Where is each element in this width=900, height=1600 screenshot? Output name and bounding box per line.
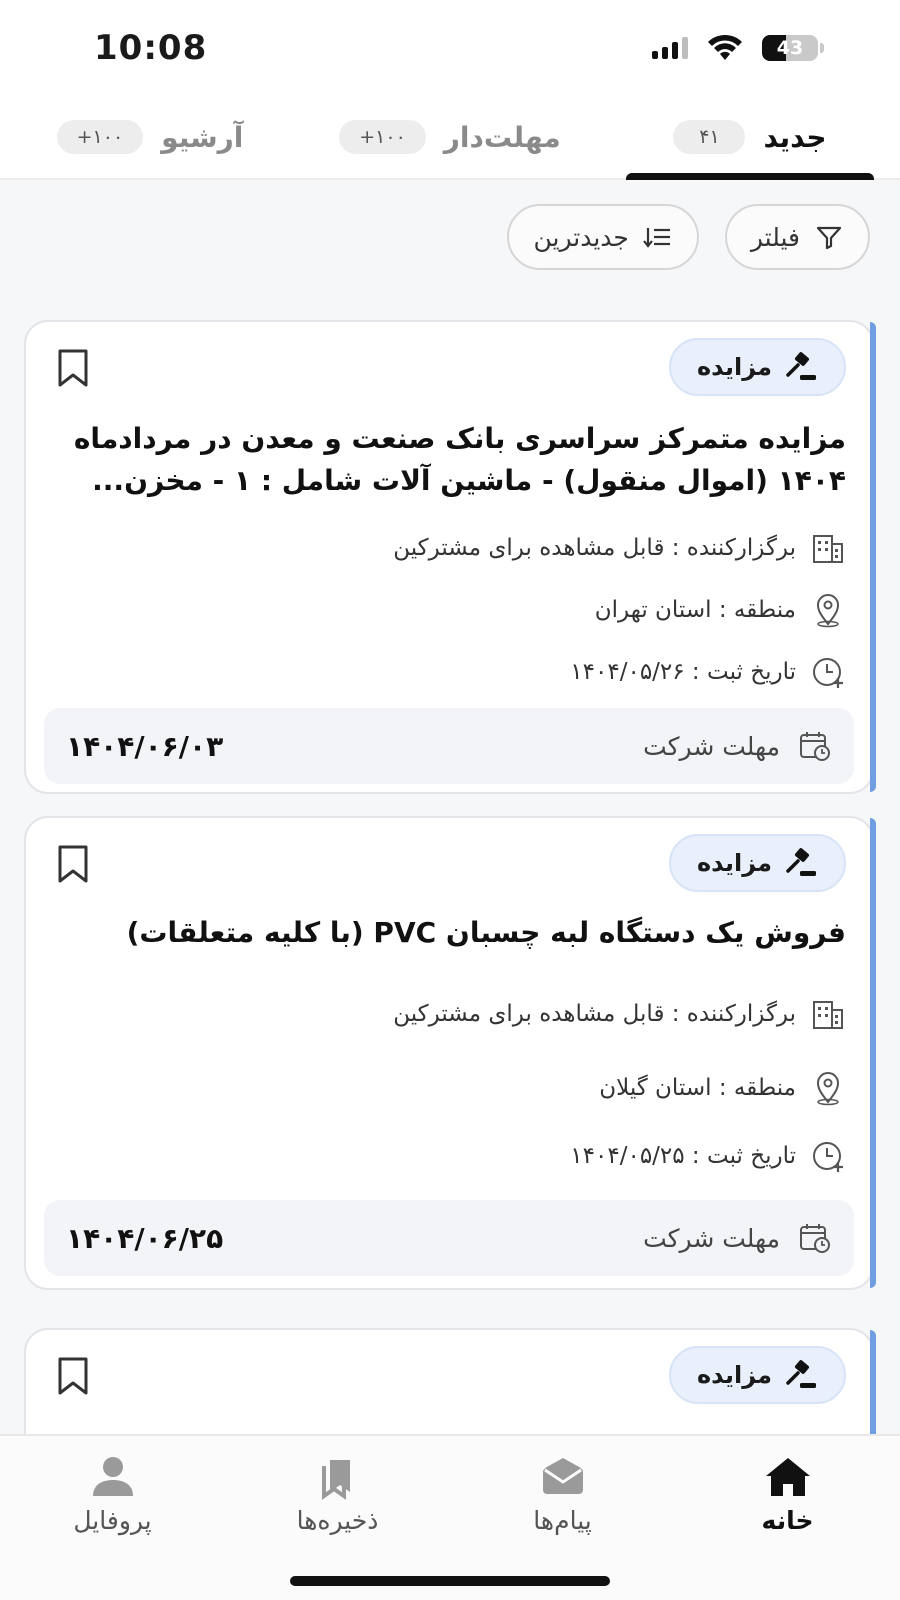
tab-archive-badge: ۱۰۰+ <box>56 120 144 154</box>
building-icon <box>813 1001 843 1029</box>
home-icon <box>765 1458 810 1496</box>
nav-messages-label: پیام‌ها <box>533 1506 592 1535</box>
filter-button[interactable]: فیلتر <box>724 204 870 270</box>
calendar-clock-icon <box>800 1224 830 1253</box>
tender-card[interactable]: مزایده فروش یک دستگاه لبه چسبان PVC (با … <box>24 816 876 1290</box>
registered-row: تاریخ ثبت : ۱۴۰۴/۰۵/۲۶ <box>570 654 846 690</box>
auction-type-label: مزایده <box>696 353 772 381</box>
region-row: منطقه : استان تهران <box>595 592 846 628</box>
messages-icon <box>542 1458 583 1494</box>
sort-button[interactable]: جدیدترین <box>507 204 699 270</box>
cellular-signal-icon <box>652 37 688 59</box>
registered-row: تاریخ ثبت : ۱۴۰۴/۰۵/۲۵ <box>570 1138 846 1174</box>
tab-new-badge: ۴۱ <box>673 120 746 154</box>
tab-deadline-badge: ۱۰۰+ <box>339 120 426 154</box>
bookmark-icon[interactable] <box>56 348 90 388</box>
tab-deadline[interactable]: مهلت‌دار ۱۰۰+ <box>300 96 600 178</box>
bottom-navigation: خانه پیام‌ها ذخیره‌ها پروفایل <box>0 1434 900 1600</box>
active-tab-indicator <box>626 173 874 180</box>
auction-type-label: مزایده <box>696 849 772 877</box>
tender-card[interactable]: مزایده مزایده متمرکز سراسری بانک صنعت و … <box>24 320 876 794</box>
gavel-icon <box>786 1360 816 1388</box>
calendar-clock-icon <box>800 732 830 761</box>
status-time: 10:08 <box>94 28 208 68</box>
organizer-text: برگزارکننده : قابل مشاهده برای مشترکین <box>393 535 796 561</box>
clock-add-icon <box>813 1142 843 1172</box>
gavel-icon <box>786 352 816 380</box>
filter-button-label: فیلتر <box>750 222 800 252</box>
status-icons: 43 <box>652 34 824 62</box>
tab-deadline-label: مهلت‌دار <box>443 120 561 154</box>
tab-archive[interactable]: آرشیو ۱۰۰+ <box>0 96 300 178</box>
sort-button-label: جدیدترین <box>533 222 629 252</box>
nav-profile[interactable]: پروفایل <box>0 1454 225 1600</box>
organizer-row: برگزارکننده : قابل مشاهده برای مشترکین <box>393 996 846 1032</box>
sort-icon <box>643 228 670 248</box>
location-pin-icon <box>816 1072 840 1106</box>
auction-type-label: مزایده <box>696 1361 772 1389</box>
region-row: منطقه : استان گیلان <box>599 1070 846 1106</box>
nav-home[interactable]: خانه <box>675 1454 900 1600</box>
registered-date-text: تاریخ ثبت : ۱۴۰۴/۰۵/۲۵ <box>570 1143 796 1169</box>
auction-type-badge: مزایده <box>668 834 846 892</box>
organizer-row: برگزارکننده : قابل مشاهده برای مشترکین <box>393 530 846 566</box>
deadline-label: مهلت شرکت <box>643 731 780 761</box>
nav-saved-label: ذخیره‌ها <box>296 1506 379 1535</box>
filter-bar: فیلتر جدیدترین <box>0 182 900 292</box>
auction-type-badge: مزایده <box>668 1346 846 1404</box>
auction-type-badge: مزایده <box>668 338 846 396</box>
card-title[interactable]: مزایده متمرکز سراسری بانک صنعت و معدن در… <box>56 418 846 502</box>
region-text: منطقه : استان گیلان <box>599 1075 796 1101</box>
tab-bar: جدید ۴۱ مهلت‌دار ۱۰۰+ آرشیو ۱۰۰+ <box>0 96 900 180</box>
tab-archive-label: آرشیو <box>161 120 244 154</box>
tab-new-label: جدید <box>763 120 827 154</box>
clock-add-icon <box>813 658 843 688</box>
profile-icon <box>92 1457 133 1496</box>
deadline-box: مهلت شرکت ۱۴۰۴/۰۶/۰۳ <box>44 708 854 784</box>
status-bar: 10:08 43 <box>0 0 900 96</box>
deadline-label: مهلت شرکت <box>643 1223 780 1253</box>
bookmark-icon[interactable] <box>56 1356 90 1396</box>
gavel-icon <box>786 848 816 876</box>
home-indicator <box>290 1576 610 1586</box>
region-text: منطقه : استان تهران <box>594 597 796 623</box>
nav-profile-label: پروفایل <box>73 1506 152 1535</box>
tab-new[interactable]: جدید ۴۱ <box>600 96 900 180</box>
deadline-box: مهلت شرکت ۱۴۰۴/۰۶/۲۵ <box>44 1200 854 1276</box>
nav-home-label: خانه <box>761 1506 814 1535</box>
card-title[interactable]: فروش یک دستگاه لبه چسبان PVC (با کلیه مت… <box>56 912 846 954</box>
wifi-icon <box>708 34 742 60</box>
deadline-date: ۱۴۰۴/۰۶/۰۳ <box>66 729 224 763</box>
location-pin-icon <box>816 594 840 628</box>
filter-icon <box>816 226 842 250</box>
deadline-date: ۱۴۰۴/۰۶/۲۵ <box>66 1221 224 1255</box>
organizer-text: برگزارکننده : قابل مشاهده برای مشترکین <box>393 1001 796 1027</box>
battery-icon: 43 <box>762 35 818 61</box>
registered-date-text: تاریخ ثبت : ۱۴۰۴/۰۵/۲۶ <box>570 659 796 685</box>
battery-level: 43 <box>776 37 804 59</box>
bookmark-icon[interactable] <box>56 844 90 884</box>
saved-icon <box>321 1460 350 1500</box>
building-icon <box>813 535 843 563</box>
